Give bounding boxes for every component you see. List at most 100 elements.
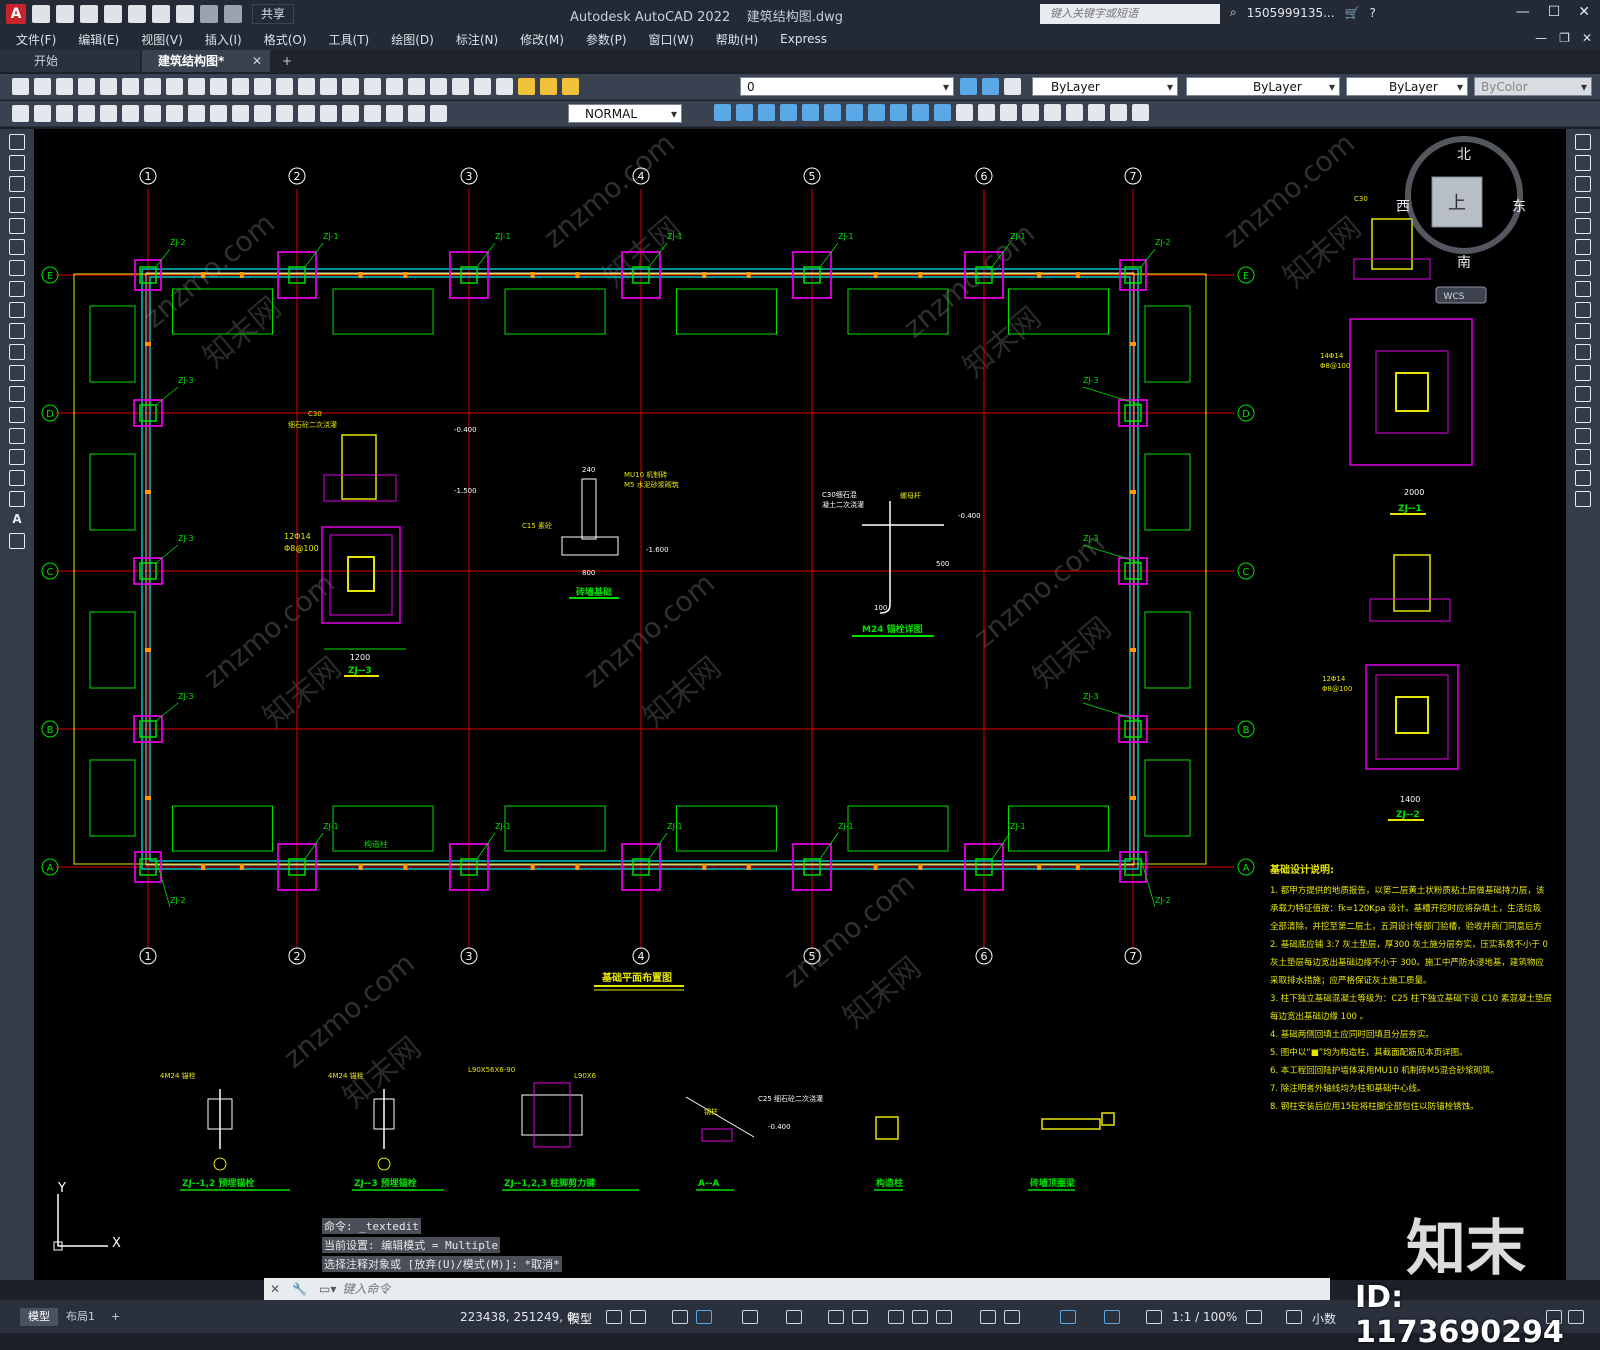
open-icon[interactable] bbox=[34, 78, 51, 95]
model-space-button[interactable]: 模型 bbox=[568, 1310, 592, 1327]
polygon-icon[interactable] bbox=[9, 197, 25, 213]
ortho-icon[interactable] bbox=[696, 1310, 712, 1324]
new-icon[interactable] bbox=[12, 78, 29, 95]
close-button[interactable]: ✕ bbox=[1578, 4, 1590, 20]
undo-icon[interactable] bbox=[200, 5, 218, 23]
visual-style-icon[interactable] bbox=[1000, 104, 1017, 121]
annotation-scale-icon[interactable] bbox=[1146, 1310, 1162, 1324]
layer-prev-icon[interactable] bbox=[562, 78, 579, 95]
plot-icon[interactable] bbox=[176, 5, 194, 23]
calculator-icon[interactable] bbox=[474, 78, 491, 95]
layer-manager-icon[interactable] bbox=[518, 78, 535, 95]
line-icon[interactable] bbox=[9, 134, 25, 150]
layer-previous-icon[interactable] bbox=[1004, 78, 1021, 95]
layer-match-icon[interactable] bbox=[982, 78, 999, 95]
sheet-set-icon[interactable] bbox=[430, 78, 447, 95]
menu-format[interactable]: 格式(O) bbox=[264, 31, 307, 48]
mirror-icon[interactable] bbox=[1575, 176, 1591, 192]
offset-icon[interactable] bbox=[1575, 197, 1591, 213]
tab-layout1[interactable]: 布局1 bbox=[58, 1308, 103, 1326]
visual-style-icon[interactable] bbox=[1132, 104, 1149, 121]
user-name[interactable]: 1505999135... bbox=[1247, 6, 1335, 20]
dim-aligned-icon[interactable] bbox=[34, 105, 51, 122]
dim-update-icon[interactable] bbox=[430, 105, 447, 122]
menu-insert[interactable]: 插入(I) bbox=[205, 31, 242, 48]
break-icon[interactable] bbox=[1575, 386, 1591, 402]
dim-break-icon[interactable] bbox=[276, 105, 293, 122]
help-icon[interactable] bbox=[496, 78, 513, 95]
viewcube-top[interactable]: 上 bbox=[1448, 193, 1466, 214]
open-icon[interactable] bbox=[56, 5, 74, 23]
share-button[interactable]: 共享 bbox=[252, 4, 295, 24]
auto-scale-icon[interactable] bbox=[1104, 1310, 1120, 1324]
trim-icon[interactable] bbox=[1575, 323, 1591, 339]
save-icon[interactable] bbox=[56, 78, 73, 95]
search-input[interactable]: 键入关键字或短语 bbox=[1040, 4, 1220, 24]
save-web-icon[interactable] bbox=[152, 5, 170, 23]
erase-icon[interactable] bbox=[1575, 134, 1591, 150]
design-center-icon[interactable] bbox=[386, 78, 403, 95]
visual-style-icon[interactable] bbox=[1022, 104, 1039, 121]
dim-diameter-icon[interactable] bbox=[144, 105, 161, 122]
dim-baseline-icon[interactable] bbox=[210, 105, 227, 122]
explode-icon[interactable] bbox=[1575, 491, 1591, 507]
join-icon[interactable] bbox=[1575, 407, 1591, 423]
annotation-scale[interactable]: 1:1 / 100% bbox=[1172, 1310, 1237, 1324]
view-icon[interactable] bbox=[890, 104, 907, 121]
viewcube[interactable]: 上 北 南 东 西 WCS bbox=[1396, 136, 1526, 304]
dim-continue-icon[interactable] bbox=[232, 105, 249, 122]
dimstyle-dropdown[interactable]: NORMAL bbox=[568, 104, 682, 124]
3d-osnap-icon[interactable] bbox=[852, 1310, 868, 1324]
inspect-icon[interactable] bbox=[342, 105, 359, 122]
cut-icon[interactable] bbox=[144, 78, 161, 95]
cart-icon[interactable]: 🛒 bbox=[1345, 6, 1360, 20]
dim-jogged-icon[interactable] bbox=[122, 105, 139, 122]
zoom-window-icon[interactable] bbox=[320, 78, 337, 95]
isodraft-icon[interactable] bbox=[786, 1310, 802, 1324]
make-current-icon[interactable] bbox=[960, 78, 977, 95]
doc-close-icon[interactable]: ✕ bbox=[1582, 31, 1592, 45]
markup-icon[interactable] bbox=[452, 78, 469, 95]
visual-style-icon[interactable] bbox=[1110, 104, 1127, 121]
viewcube-south[interactable]: 南 bbox=[1457, 255, 1471, 271]
view-icon[interactable] bbox=[912, 104, 929, 121]
chamfer-icon[interactable] bbox=[1575, 428, 1591, 444]
menu-file[interactable]: 文件(F) bbox=[16, 31, 56, 48]
add-layout-button[interactable]: + bbox=[103, 1308, 128, 1326]
dim-text-edit-icon[interactable] bbox=[408, 105, 425, 122]
viewcube-north[interactable]: 北 bbox=[1457, 147, 1471, 163]
tolerance-icon[interactable] bbox=[298, 105, 315, 122]
add-selected-icon[interactable] bbox=[9, 533, 25, 549]
region-icon[interactable] bbox=[9, 470, 25, 486]
make-block-icon[interactable] bbox=[9, 386, 25, 402]
menu-dimension[interactable]: 标注(N) bbox=[456, 31, 498, 48]
gradient-icon[interactable] bbox=[9, 449, 25, 465]
viewcube-west[interactable]: 西 bbox=[1396, 199, 1410, 215]
table-icon[interactable] bbox=[9, 491, 25, 507]
zoom-icon[interactable] bbox=[298, 78, 315, 95]
visual-style-icon[interactable] bbox=[1044, 104, 1061, 121]
ellipse-arc-icon[interactable] bbox=[9, 344, 25, 360]
paste-icon[interactable] bbox=[188, 78, 205, 95]
point-icon[interactable] bbox=[9, 407, 25, 423]
doc-restore-icon[interactable]: ❐ bbox=[1559, 31, 1570, 45]
arc-icon[interactable] bbox=[9, 239, 25, 255]
view-icon[interactable] bbox=[824, 104, 841, 121]
publish-icon[interactable] bbox=[122, 78, 139, 95]
snap-icon[interactable] bbox=[630, 1310, 646, 1324]
help-icon[interactable]: ? bbox=[1369, 6, 1375, 20]
linetype-dropdown[interactable]: ByLayer bbox=[1186, 77, 1340, 97]
tool-palette-icon[interactable] bbox=[408, 78, 425, 95]
new-tab-button[interactable]: + bbox=[272, 50, 302, 72]
ellipse-icon[interactable] bbox=[9, 323, 25, 339]
redo-icon[interactable] bbox=[224, 5, 242, 23]
visual-style-icon[interactable] bbox=[1088, 104, 1105, 121]
dim-angular-icon[interactable] bbox=[166, 105, 183, 122]
copy-object-icon[interactable] bbox=[1575, 155, 1591, 171]
workspace-icon[interactable] bbox=[1246, 1310, 1262, 1324]
maximize-button[interactable]: ☐ bbox=[1548, 4, 1561, 20]
units-readout[interactable]: 小数 bbox=[1312, 1310, 1336, 1327]
close-tab-icon[interactable]: ✕ bbox=[252, 50, 262, 72]
menu-tools[interactable]: 工具(T) bbox=[329, 31, 370, 48]
dim-linear-icon[interactable] bbox=[12, 105, 29, 122]
